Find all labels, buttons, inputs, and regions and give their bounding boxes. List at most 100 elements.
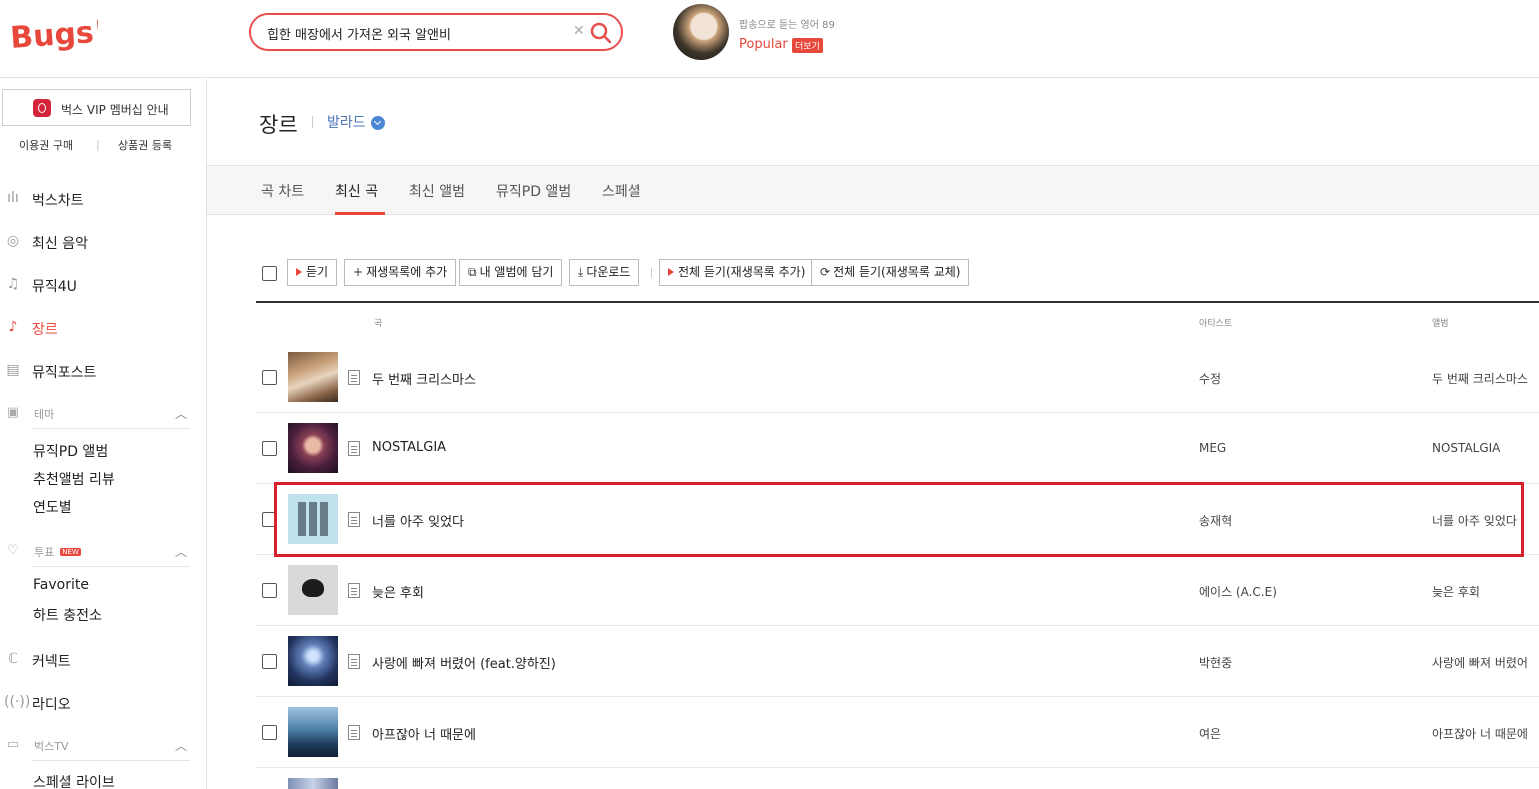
table-row[interactable]: 사랑에 빠져 버렸어 (feat.양하진) 박현중 사랑에 빠져 버렸어 <box>256 626 1539 697</box>
row-checkbox[interactable] <box>262 441 277 456</box>
tab-special[interactable]: 스페셜 <box>602 181 641 201</box>
play-all-replace-button[interactable]: ⟳ 전체 듣기(재생목록 교체) <box>811 259 970 286</box>
sidebar-subitem-musicpd[interactable]: 뮤직PD 앨범 <box>33 441 108 461</box>
track-artist[interactable]: 송재혁 <box>1199 512 1232 529</box>
track-artist[interactable]: 수정 <box>1199 370 1221 387</box>
clear-icon[interactable]: ✕ <box>573 23 585 39</box>
buy-pass-link[interactable]: 이용권 구매 <box>19 137 73 153</box>
sidebar-item-genre[interactable]: ♪ 장르 <box>0 316 200 340</box>
sidebar-group-vote[interactable]: ♡ 투표 NEW ︿ <box>0 541 200 563</box>
album-thumbnail[interactable] <box>288 565 338 615</box>
album-thumbnail[interactable] <box>288 707 338 757</box>
row-checkbox[interactable] <box>262 725 277 740</box>
track-title[interactable]: NOSTALGIA <box>372 440 446 455</box>
group-divider <box>32 428 190 429</box>
row-checkbox[interactable] <box>262 512 277 527</box>
voucher-link[interactable]: 상품권 등록 <box>118 137 172 153</box>
download-button[interactable]: ⤓ 다운로드 <box>569 259 640 286</box>
lyrics-icon[interactable] <box>348 583 360 598</box>
table-row[interactable]: 너를 아주 잊었다 송재혁 너를 아주 잊었다 <box>256 484 1539 555</box>
track-title[interactable]: 늦은 후회 <box>372 582 424 601</box>
tab-new-albums[interactable]: 최신 앨범 <box>409 181 465 201</box>
sidebar-subitem-heart-charge[interactable]: 하트 충전소 <box>33 605 102 625</box>
search-icon[interactable] <box>589 21 613 45</box>
sidebar-subitem-favorite[interactable]: Favorite <box>33 577 89 593</box>
row-checkbox[interactable] <box>262 583 277 598</box>
lyrics-icon[interactable] <box>348 725 360 740</box>
track-album[interactable]: NOSTALGIA <box>1432 441 1500 455</box>
track-artist[interactable]: 에이스 (A.C.E) <box>1199 583 1277 600</box>
logo-text: Bugs! <box>9 14 98 52</box>
track-album[interactable]: 늦은 후회 <box>1432 583 1480 600</box>
lyrics-icon[interactable] <box>348 512 360 527</box>
table-row[interactable]: 늦은 후회 에이스 (A.C.E) 늦은 후회 <box>256 555 1539 626</box>
vip-icon <box>33 99 51 117</box>
table-row[interactable]: 두 번째 크리스마스 수정 두 번째 크리스마스 <box>256 342 1539 413</box>
sidebar-item-musicpost[interactable]: ▤ 뮤직포스트 <box>0 359 200 383</box>
album-thumbnail[interactable] <box>288 494 338 544</box>
track-album[interactable]: 두 번째 크리스마스 <box>1432 370 1528 387</box>
promo-title[interactable]: Popular <box>739 37 788 52</box>
add-to-album-button[interactable]: ⧉ 내 앨범에 담기 <box>459 259 563 286</box>
album-thumbnail[interactable] <box>288 778 338 789</box>
play-button[interactable]: 듣기 <box>287 259 338 286</box>
row-checkbox[interactable] <box>262 654 277 669</box>
promo-more-badge[interactable]: 더보기 <box>792 38 823 53</box>
vip-membership-button[interactable]: 벅스 VIP 멤버십 안내 <box>2 89 191 126</box>
sidebar-subitem-album-review[interactable]: 추천앨범 리뷰 <box>33 469 115 489</box>
lyrics-icon[interactable] <box>348 370 360 385</box>
sidebar-item-new-music[interactable]: ◎ 최신 음악 <box>0 230 200 254</box>
vip-label: 벅스 VIP 멤버십 안내 <box>61 103 169 117</box>
tab-musicpd-albums[interactable]: 뮤직PD 앨범 <box>496 181 571 201</box>
track-artist[interactable]: MEG <box>1199 441 1226 455</box>
sidebar-group-bugstv[interactable]: ▭ 벅스TV ︿ <box>0 735 200 757</box>
sidebar-subitem-special-live[interactable]: 스페셜 라이브 <box>33 772 115 789</box>
row-checkbox[interactable] <box>262 370 277 385</box>
promo-subtitle: 팝송으로 듣는 영어 89 <box>739 20 835 31</box>
table-header-line <box>256 301 1539 303</box>
select-all-checkbox[interactable] <box>262 266 277 281</box>
chevron-up-icon[interactable]: ︿ <box>175 737 187 754</box>
track-album[interactable]: 아프잖아 너 때문에 <box>1432 725 1528 742</box>
track-title[interactable]: 두 번째 크리스마스 <box>372 369 476 388</box>
bugs-logo[interactable]: Bugs! <box>8 12 98 52</box>
table-row[interactable]: NOSTALGIA MEG NOSTALGIA <box>256 413 1539 484</box>
chevron-up-icon[interactable]: ︿ <box>175 405 187 422</box>
play-icon <box>296 268 302 276</box>
theme-icon: ▣ <box>6 405 20 420</box>
sidebar-item-label: 뮤직포스트 <box>32 365 97 381</box>
track-artist[interactable]: 여은 <box>1199 725 1221 742</box>
album-thumbnail[interactable] <box>288 636 338 686</box>
play-all-add-button[interactable]: 전체 듣기(재생목록 추가) <box>659 259 815 286</box>
album-thumbnail[interactable] <box>288 423 338 473</box>
genre-selector[interactable]: 발라드 <box>327 112 366 132</box>
add-to-playlist-button[interactable]: + 재생목록에 추가 <box>344 259 457 286</box>
sidebar-subitem-by-year[interactable]: 연도별 <box>33 497 72 517</box>
column-song: 곡 <box>374 319 383 329</box>
track-title[interactable]: 사랑에 빠져 버렸어 (feat.양하진) <box>372 653 556 672</box>
sidebar-item-radio[interactable]: ((·)) 라디오 <box>0 691 200 715</box>
table-row[interactable] <box>256 768 1539 789</box>
search-input[interactable] <box>267 22 567 44</box>
track-album[interactable]: 사랑에 빠져 버렸어 <box>1432 654 1528 671</box>
promo-thumbnail[interactable] <box>673 4 729 60</box>
lyrics-icon[interactable] <box>348 654 360 669</box>
track-title[interactable]: 너를 아주 잊었다 <box>372 511 464 530</box>
track-title[interactable]: 아프잖아 너 때문에 <box>372 724 476 743</box>
tab-new-songs[interactable]: 최신 곡 <box>335 181 378 201</box>
chevron-down-icon[interactable] <box>371 116 385 130</box>
sidebar-item-label: 벅스차트 <box>32 193 84 209</box>
sidebar-item-label: 장르 <box>32 322 58 338</box>
table-row[interactable]: 아프잖아 너 때문에 여은 아프잖아 너 때문에 <box>256 697 1539 768</box>
group-label: 테마 <box>34 408 55 421</box>
tab-song-chart[interactable]: 곡 차트 <box>261 181 304 201</box>
sidebar-item-chart[interactable]: ılı 벅스차트 <box>0 187 200 211</box>
chevron-up-icon[interactable]: ︿ <box>175 543 187 560</box>
sidebar-group-theme[interactable]: ▣ 테마 ︿ <box>0 403 200 425</box>
album-thumbnail[interactable] <box>288 352 338 402</box>
group-divider <box>32 566 190 567</box>
sidebar-item-connect[interactable]: ℂ 커넥트 <box>0 648 200 672</box>
track-artist[interactable]: 박현중 <box>1199 654 1232 671</box>
lyrics-icon[interactable] <box>348 441 360 456</box>
track-album[interactable]: 너를 아주 잊었다 <box>1432 512 1517 529</box>
